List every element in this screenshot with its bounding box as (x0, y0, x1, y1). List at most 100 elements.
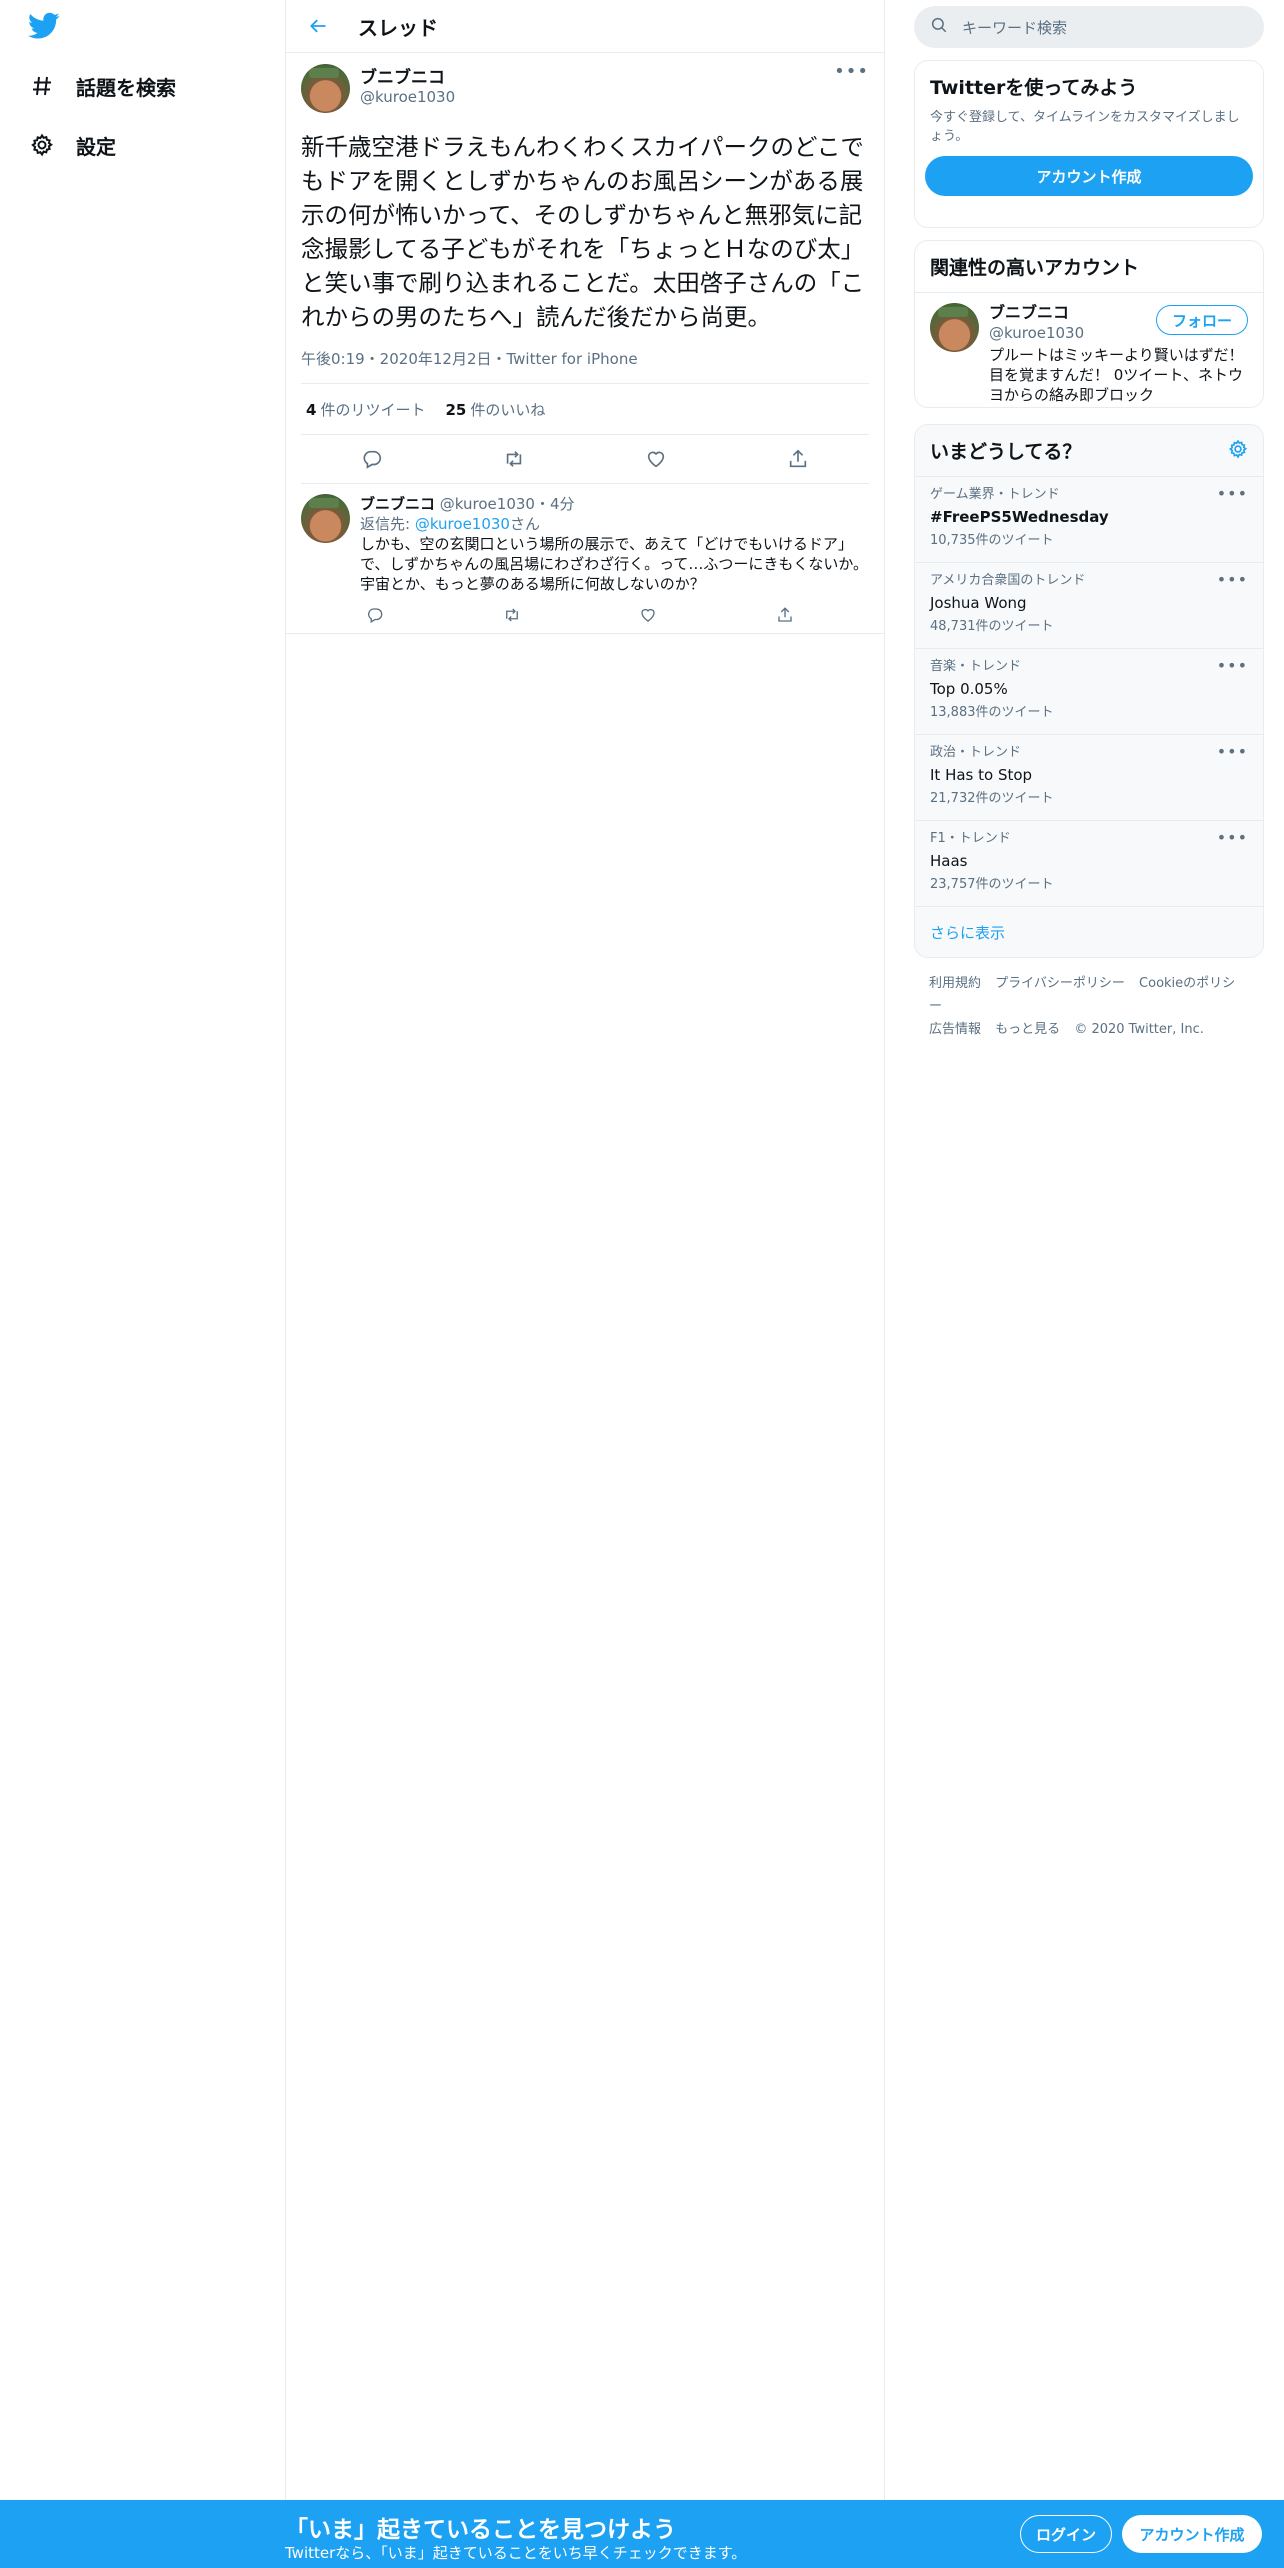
reply-time[interactable]: ・4分 (535, 495, 575, 513)
avatar[interactable] (930, 303, 979, 352)
footer-links: 利用規約 プライバシーポリシー Cookieのポリシー 広告情報 もっと見る ©… (914, 958, 1264, 1055)
retweets-stat[interactable]: 4 件のリツイート (306, 399, 425, 420)
retweet-icon[interactable] (497, 600, 527, 630)
trend-count: 21,732件のツイート (930, 791, 1054, 806)
trend-category: ゲーム業界・トレンド (930, 487, 1060, 502)
trend-name: It Has to Stop (930, 766, 1033, 784)
ads-link[interactable]: 広告情報 (929, 1022, 981, 1037)
retweet-icon[interactable] (495, 440, 533, 478)
trend-category: 音楽・トレンド (930, 659, 1022, 674)
trend-name: #FreePS5Wednesday (930, 508, 1109, 526)
signup-card-desc: 今すぐ登録して、タイムラインをカスタマイズしましょう。 (930, 110, 1240, 144)
trend-item[interactable]: F1・トレンド Haas 23,757件のツイート ••• (915, 821, 1263, 907)
trend-category: F1・トレンド (930, 831, 1011, 846)
replying-to: 返信先: @kuroe1030さん (360, 514, 869, 534)
trend-name: Haas (930, 852, 968, 870)
reply-actions (360, 600, 800, 630)
trend-item[interactable]: 音楽・トレンド Top 0.05% 13,883件のツイート ••• (915, 649, 1263, 735)
nav-explore[interactable]: 話題を検索 (28, 62, 176, 110)
avatar[interactable] (301, 494, 350, 543)
more-options-icon[interactable]: ••• (1217, 658, 1248, 674)
thread-column: スレッド ブニブニコ @kuroe1030 ••• 新千歳空港ドラえもんわくわく… (285, 0, 885, 2500)
main-tweet: ブニブニコ @kuroe1030 ••• 新千歳空港ドラえもんわくわくスカイパー… (286, 53, 884, 484)
page-title: スレッド (358, 15, 438, 40)
thread-header: スレッド (286, 0, 884, 53)
create-account-button[interactable]: アカウント作成 (925, 156, 1253, 196)
reply-tweet[interactable]: ブニブニコ @kuroe1030・4分 返信先: @kuroe1030さん しか… (286, 484, 884, 634)
nav-explore-label: 話題を検索 (76, 75, 176, 100)
trend-count: 23,757件のツイート (930, 877, 1054, 892)
related-card-title: 関連性の高いアカウント (930, 257, 1140, 279)
share-icon[interactable] (770, 600, 800, 630)
likes-label: 件のいいね (470, 400, 546, 419)
banner-subtitle: Twitterなら、「いま」起きていることをいち早くチェックできます。 (285, 2544, 747, 2562)
left-navigation: 話題を検索 設定 (0, 0, 285, 2500)
retweets-count: 4 (306, 400, 317, 419)
more-options-icon[interactable]: ••• (1217, 572, 1248, 588)
reply-icon[interactable] (353, 440, 391, 478)
signup-card: Twitterを使ってみよう 今すぐ登録して、タイムラインをカスタマイズしましょ… (914, 60, 1264, 228)
reply-author-name[interactable]: ブニブニコ (360, 495, 435, 513)
search-box[interactable]: キーワード検索 (914, 6, 1264, 48)
back-arrow-icon[interactable] (298, 6, 338, 46)
likes-count: 25 (445, 400, 467, 419)
replying-mention[interactable]: @kuroe1030 (415, 515, 510, 533)
replying-suffix: さん (509, 515, 540, 533)
search-icon (930, 16, 948, 38)
related-accounts-card: 関連性の高いアカウント ブニブニコ @kuroe1030 プルートはミッキーより… (914, 240, 1264, 408)
reply-text: しかも、空の玄関口という場所の展示で、あえて「どけでもいけるドア」で、しずかちゃ… (360, 535, 869, 593)
more-link[interactable]: もっと見る (995, 1022, 1060, 1037)
trend-count: 48,731件のツイート (930, 619, 1054, 634)
author-handle[interactable]: @kuroe1030 (360, 88, 455, 107)
terms-link[interactable]: 利用規約 (929, 976, 981, 991)
reply-icon[interactable] (360, 600, 390, 630)
nav-settings[interactable]: 設定 (28, 121, 116, 169)
replying-prefix: 返信先: (360, 515, 415, 533)
related-account[interactable]: ブニブニコ @kuroe1030 プルートはミッキーより賢いはずだ！目を覚ますん… (915, 292, 1263, 405)
twitter-logo-icon[interactable] (28, 12, 62, 42)
retweets-label: 件のリツイート (320, 400, 426, 419)
more-options-icon[interactable]: ••• (834, 63, 869, 81)
hashtag-icon (28, 72, 56, 100)
search-input[interactable]: キーワード検索 (962, 17, 1067, 38)
trend-item[interactable]: ゲーム業界・トレンド #FreePS5Wednesday 10,735件のツイー… (915, 477, 1263, 563)
banner-title: 「いま」起きていることを見つけよう (285, 2517, 676, 2543)
more-options-icon[interactable]: ••• (1217, 830, 1248, 846)
trend-name: Top 0.05% (930, 680, 1008, 698)
tweet-actions (301, 435, 869, 484)
gear-icon (28, 131, 56, 159)
show-more-link[interactable]: さらに表示 (915, 907, 1263, 957)
like-icon[interactable] (637, 440, 675, 478)
tweet-text: 新千歳空港ドラえもんわくわくスカイパークのどこでもドアを開くとしずかちゃんのお風… (301, 133, 865, 331)
sidebar-right: キーワード検索 Twitterを使ってみよう 今すぐ登録して、タイムラインをカス… (914, 0, 1264, 1055)
trend-category: 政治・トレンド (930, 745, 1022, 760)
nav-settings-label: 設定 (76, 134, 116, 159)
signup-banner: 「いま」起きていることを見つけよう Twitterなら、「いま」起きていることを… (0, 2500, 1284, 2568)
more-options-icon[interactable]: ••• (1217, 486, 1248, 502)
signup-button[interactable]: アカウント作成 (1122, 2515, 1262, 2553)
reply-author-handle[interactable]: @kuroe1030 (440, 495, 535, 513)
trends-title: いまどうしてる？ (930, 441, 1082, 463)
likes-stat[interactable]: 25 件のいいね (445, 399, 545, 420)
more-options-icon[interactable]: ••• (1217, 744, 1248, 760)
copyright: © 2020 Twitter, Inc. (1074, 1022, 1204, 1037)
follow-button[interactable]: フォロー (1156, 305, 1248, 335)
related-bio: プルートはミッキーより賢いはずだ！目を覚ますんだ！ 0ツイート、ネトウヨからの絡… (989, 346, 1244, 404)
privacy-link[interactable]: プライバシーポリシー (995, 976, 1125, 991)
tweet-timestamp[interactable]: 午後0:19・2020年12月2日・Twitter for iPhone (301, 348, 869, 384)
settings-gear-icon[interactable] (1228, 439, 1248, 463)
author-name[interactable]: ブニブニコ (360, 68, 455, 88)
avatar[interactable] (301, 64, 350, 113)
trend-count: 10,735件のツイート (930, 533, 1054, 548)
trend-item[interactable]: アメリカ合衆国のトレンド Joshua Wong 48,731件のツイート ••… (915, 563, 1263, 649)
tweet-stats: 4 件のリツイート 25 件のいいね (301, 384, 869, 435)
login-button[interactable]: ログイン (1020, 2515, 1112, 2553)
trend-item[interactable]: 政治・トレンド It Has to Stop 21,732件のツイート ••• (915, 735, 1263, 821)
trend-count: 13,883件のツイート (930, 705, 1054, 720)
trend-category: アメリカ合衆国のトレンド (930, 573, 1086, 588)
trends-card: いまどうしてる？ ゲーム業界・トレンド #FreePS5Wednesday 10… (914, 424, 1264, 958)
signup-card-title: Twitterを使ってみよう (930, 77, 1138, 99)
like-icon[interactable] (633, 600, 663, 630)
trend-name: Joshua Wong (930, 594, 1027, 612)
share-icon[interactable] (779, 440, 817, 478)
